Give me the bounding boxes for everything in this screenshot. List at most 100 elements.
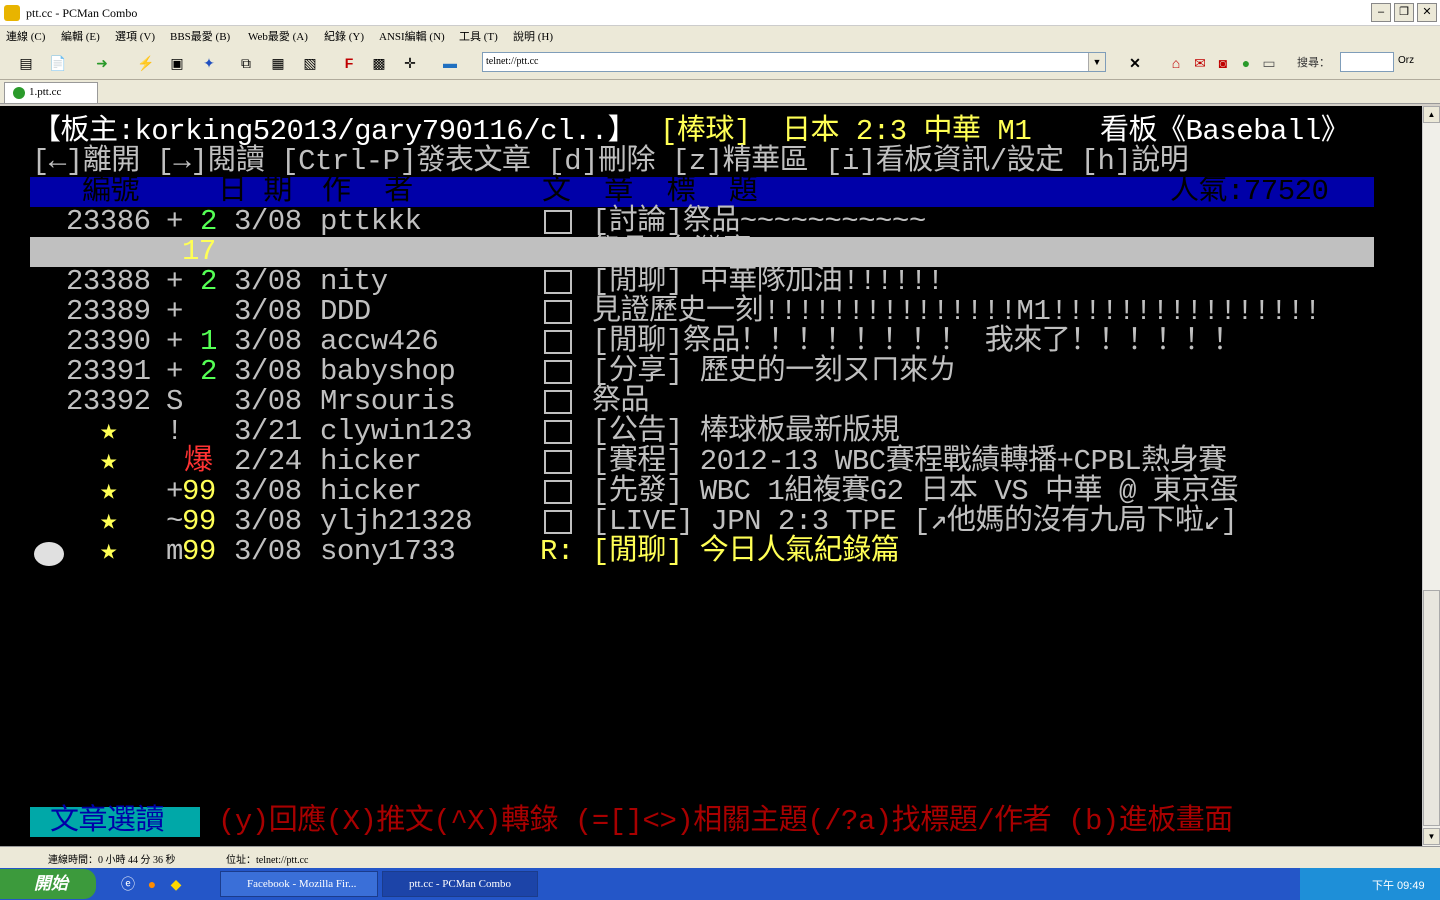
task-firefox[interactable]: Facebook - Mozilla Fir... xyxy=(220,871,378,897)
reconnect-arrow-icon[interactable]: ➜ xyxy=(92,53,112,73)
disconnect-icon[interactable]: ⚡ xyxy=(136,53,156,73)
restore-button[interactable]: ❐ xyxy=(1394,3,1414,22)
post-title: [LIVE] JPN 2:3 TPE [↗他媽的沒有九局下啦↙] xyxy=(592,505,1238,538)
post-row[interactable]: 23391 +2 3/08 babyshop [分享] 歷史的一刻ㄡㄇ來ㄌ xyxy=(0,357,1422,387)
menu-edit[interactable]: 編輯 (E) xyxy=(61,28,100,44)
globe-icon[interactable]: ● xyxy=(1236,53,1256,73)
new-connection-icon[interactable]: 📄 xyxy=(48,53,68,73)
menu-ansi-edit[interactable]: ANSI編輯 (N) xyxy=(379,28,445,44)
scroll-down-icon[interactable]: ▼ xyxy=(1423,828,1440,845)
image-view-icon[interactable]: ▬ xyxy=(440,53,460,73)
menu-bbs-favorites[interactable]: BBS最愛 (B) xyxy=(170,28,230,44)
connect-time: 連線時間：0 小時 44 分 36 秒 xyxy=(48,855,176,866)
terminal-scrollbar[interactable]: ▲ ▼ xyxy=(1422,106,1440,846)
fullscreen-icon[interactable]: ✛ xyxy=(400,53,420,73)
mail-icon[interactable]: ✉ xyxy=(1190,53,1210,73)
post-mark: m xyxy=(166,535,183,568)
footer-keys: (y)回應(X)推文(^X)轉錄 (=[]<>)相關主題(/?a)找標題/作者 … xyxy=(218,805,1233,838)
post-author: Mrsouris xyxy=(320,385,456,418)
menu-web-favorites[interactable]: Web最愛 (A) xyxy=(248,28,308,44)
copy-icon[interactable]: ⧉ xyxy=(236,53,256,73)
post-mark: + xyxy=(166,355,183,388)
close-window-button[interactable]: ✕ xyxy=(1417,3,1437,22)
post-row[interactable]: ★ 爆 2/24 hicker [賽程] 2012-13 WBC賽程戰績轉播+CPBL熱… xyxy=(0,447,1422,477)
paste-icon[interactable]: ▦ xyxy=(268,53,288,73)
task-pcman[interactable]: ptt.cc - PCMan Combo xyxy=(382,871,538,897)
stop-icon[interactable]: ◙ xyxy=(1213,53,1233,73)
post-mark: S xyxy=(166,235,183,268)
col-author: 作 者 xyxy=(322,175,413,208)
firefox-quicklaunch-icon[interactable]: ● xyxy=(142,874,162,894)
post-row[interactable]: 23392 S 3/08 Mrsouris 祭品 xyxy=(0,387,1422,417)
post-author: clywin123 xyxy=(320,415,473,448)
unread-box-icon xyxy=(544,330,572,354)
push-count: 2 xyxy=(200,205,217,238)
close-connection-icon[interactable]: ▣ xyxy=(167,53,187,73)
tab-ptt[interactable]: 1.ptt.cc xyxy=(4,82,98,103)
post-date: 3/08 xyxy=(234,235,302,268)
post-title: [先發] WBC 1組複賽G2 日本 VS 中華 @ 東京蛋 xyxy=(592,475,1239,508)
menu-options[interactable]: 選項 (V) xyxy=(115,28,155,44)
minimize-button[interactable]: ‒ xyxy=(1371,3,1391,22)
board-moderators: 【板主:korking52013/gary790116/cl..】 xyxy=(32,115,637,148)
settings-icon[interactable]: ▩ xyxy=(369,53,389,73)
pinned-star-icon: ★ xyxy=(100,505,117,538)
post-mark: + xyxy=(166,475,183,508)
post-date: 3/08 xyxy=(234,355,302,388)
menu-log[interactable]: 紀錄 (Y) xyxy=(324,28,364,44)
scroll-thumb[interactable] xyxy=(1423,590,1440,826)
col-number: 編號 xyxy=(82,175,140,208)
pinned-star-icon: ★ xyxy=(100,445,117,478)
push-count: 爆 xyxy=(184,445,213,478)
post-row[interactable]: ★ +99 3/08 hicker [先發] WBC 1組複賽G2 日本 VS 中華 @… xyxy=(0,477,1422,507)
ie-quicklaunch-icon[interactable]: ⓔ xyxy=(118,874,138,894)
post-row[interactable]: ★! 3/21 clywin123 [公告] 棒球板最新版規 xyxy=(0,417,1422,447)
unread-box-icon xyxy=(544,390,572,414)
menu-help[interactable]: 說明 (H) xyxy=(513,28,553,44)
cursor-indicator xyxy=(34,542,64,566)
system-tray: 下午 09:49 xyxy=(1300,868,1440,900)
post-row[interactable]: 23387 S 17 3/08 harukodesu 祭品 台灣贏 xyxy=(0,237,1422,267)
scroll-up-icon[interactable]: ▲ xyxy=(1423,106,1440,123)
post-date: 3/08 xyxy=(234,295,302,328)
address-dropdown-icon[interactable]: ▼ xyxy=(1088,53,1105,71)
unread-box-icon xyxy=(544,360,572,384)
connected-status-icon xyxy=(13,87,25,99)
unread-box-icon xyxy=(544,510,572,534)
post-date: 3/21 xyxy=(234,415,302,448)
post-number: 23390 xyxy=(66,325,151,358)
post-date: 2/24 xyxy=(234,445,302,478)
search-input[interactable] xyxy=(1340,52,1394,72)
menu-connect[interactable]: 連線 (C) xyxy=(6,28,45,44)
column-header: 編號 日 期 作 者 文 章 標 題 人氣:77520 xyxy=(0,175,1422,267)
post-row[interactable]: 23389 +3/08 DDD 見證歷史一刻!!!!!!!!!!!!!!!M1!!!!… xyxy=(0,297,1422,327)
post-row[interactable]: ★ m 99 3/08 sony1733 R: [閒聊] 今日人氣紀錄篇 xyxy=(0,537,1422,567)
post-date: 3/08 xyxy=(234,475,302,508)
menu-tools[interactable]: 工具 (T) xyxy=(459,28,498,44)
post-row[interactable]: ★ ~99 3/08 yljh21328 [LIVE] JPN 2:3 TPE [↗他媽… xyxy=(0,507,1422,537)
help-keys: [←]離開 [→]閱讀 [Ctrl-P]發表文章 [d]刪除 [z]精華區 [i… xyxy=(32,145,1189,178)
pcman-quicklaunch-icon[interactable]: ◆ xyxy=(166,874,186,894)
site-list-icon[interactable]: ▤ xyxy=(16,53,36,73)
post-row[interactable]: 23390 +1 3/08 accw426 [閒聊]祭品！！！！！！！！ 我來了！！！！… xyxy=(0,327,1422,357)
board-name: 看板《Baseball》 xyxy=(1100,115,1350,148)
window-icon[interactable]: ▭ xyxy=(1259,53,1279,73)
font-icon[interactable]: F xyxy=(339,53,359,73)
screenshot-icon[interactable]: ▧ xyxy=(300,53,320,73)
menu-bar: 連線 (C) 編輯 (E) 選項 (V) BBS最愛 (B) Web最愛 (A)… xyxy=(0,26,1440,46)
add-favorite-icon[interactable]: ✦ xyxy=(199,53,219,73)
help-line: [←]離開 [→]閱讀 [Ctrl-P]發表文章 [d]刪除 [z]精華區 [i… xyxy=(0,147,1422,177)
home-icon[interactable]: ⌂ xyxy=(1166,53,1186,73)
post-author: babyshop xyxy=(320,355,456,388)
unread-box-icon xyxy=(544,240,572,264)
bbs-terminal[interactable]: 【板主:korking52013/gary790116/cl..】 [棒球] 日… xyxy=(0,106,1422,846)
post-row[interactable]: 23386 +2 3/08 pttkkk [討論]祭品~~~~~~~~~~~ xyxy=(0,207,1422,237)
post-title: [分享] 歷史的一刻ㄡㄇ來ㄌ xyxy=(592,355,957,388)
unread-box-icon xyxy=(544,480,572,504)
search-engine-select[interactable]: Orz xyxy=(1398,55,1414,66)
post-row[interactable]: 23388 +2 3/08 nity [閒聊] 中華隊加油!!!!!! xyxy=(0,267,1422,297)
clear-address-icon[interactable]: ✕ xyxy=(1125,53,1145,73)
push-count: 1 xyxy=(200,325,217,358)
start-button[interactable]: 開始 xyxy=(0,869,96,899)
address-input[interactable]: telnet://ptt.cc xyxy=(482,52,1106,72)
